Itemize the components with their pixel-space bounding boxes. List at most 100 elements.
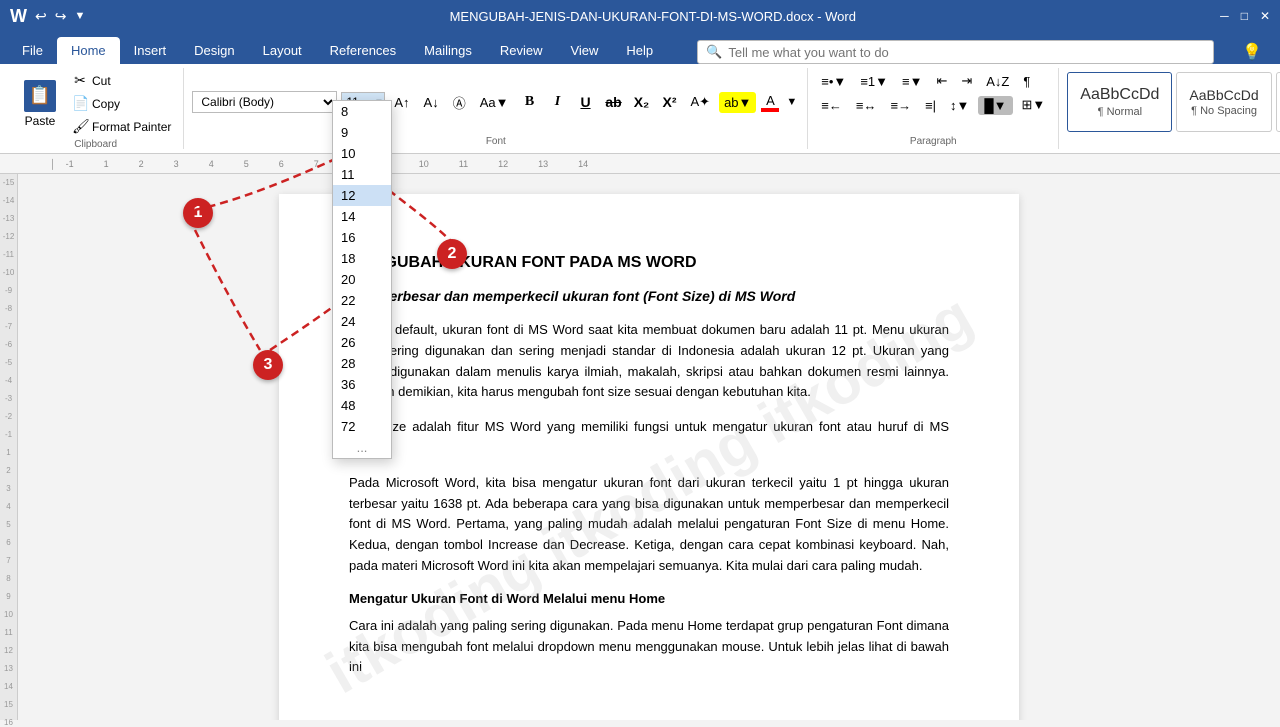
word-icon: W — [10, 6, 27, 27]
clear-format-btn[interactable]: Ⓐ — [448, 90, 471, 115]
font-size-option-28[interactable]: 28 — [333, 353, 391, 374]
font-size-option-72[interactable]: 72 — [333, 416, 391, 437]
document-paragraph1[interactable]: Secara default, ukuran font di MS Word s… — [349, 320, 949, 403]
help-icon[interactable]: 💡 — [1242, 42, 1262, 62]
font-size-option-10[interactable]: 10 — [333, 143, 391, 164]
font-size-option-24[interactable]: 24 — [333, 311, 391, 332]
style-normal-label: ¶ Normal — [1098, 106, 1142, 118]
paste-label: Paste — [25, 114, 56, 128]
increase-indent-btn[interactable]: ⇥ — [956, 70, 977, 92]
paste-button[interactable]: 📋 Paste — [16, 78, 64, 130]
ruler: │ -1 1 2 3 4 5 6 7 8 9 10 11 12 13 14 — [0, 154, 1280, 174]
tab-view[interactable]: View — [556, 37, 612, 64]
quick-access-more[interactable]: ▼ — [74, 10, 85, 22]
font-color-btn[interactable]: A — [760, 92, 780, 113]
format-painter-icon: 🖌 — [72, 118, 88, 135]
change-case-btn[interactable]: Aa▼ — [475, 92, 514, 113]
increase-font-btn[interactable]: A↑ — [389, 92, 414, 113]
font-name-select[interactable]: Calibri (Body) Arial Times New Roman — [192, 91, 337, 113]
font-size-dropdown[interactable]: 8 9 10 11 12 14 16 18 20 22 24 26 28 36 … — [332, 100, 392, 459]
font-size-option-26[interactable]: 26 — [333, 332, 391, 353]
font-size-option-9[interactable]: 9 — [333, 122, 391, 143]
close-btn[interactable]: ✕ — [1260, 9, 1270, 23]
tab-design[interactable]: Design — [180, 37, 248, 64]
font-size-option-8[interactable]: 8 — [333, 101, 391, 122]
font-size-option-22[interactable]: 22 — [333, 290, 391, 311]
numbering-btn[interactable]: ≡1▼ — [855, 71, 893, 92]
font-size-option-36[interactable]: 36 — [333, 374, 391, 395]
maximize-btn[interactable]: □ — [1241, 9, 1248, 23]
show-marks-btn[interactable]: ¶ — [1018, 71, 1035, 92]
font-size-option-more[interactable]: ... — [333, 437, 391, 458]
tab-file[interactable]: File — [8, 37, 57, 64]
clipboard-small-buttons: ✂ Cut 📄 Copy 🖌 Format Painter — [68, 70, 175, 137]
tell-me-bar[interactable]: 🔍 — [697, 40, 1214, 64]
font-size-option-16[interactable]: 16 — [333, 227, 391, 248]
align-right-btn[interactable]: ≡→ — [885, 95, 916, 116]
format-painter-button[interactable]: 🖌 Format Painter — [68, 116, 175, 137]
ribbon: 📋 Paste ✂ Cut 📄 Copy 🖌 Format Painter Cl… — [0, 64, 1280, 154]
font-group-label: Font — [486, 134, 506, 147]
align-center-btn[interactable]: ≡↔ — [851, 95, 882, 116]
tab-references[interactable]: References — [316, 37, 410, 64]
font-size-option-20[interactable]: 20 — [333, 269, 391, 290]
font-group: Calibri (Body) Arial Times New Roman ▼ A… — [184, 68, 808, 149]
text-highlight-btn[interactable]: ab▼ — [719, 92, 756, 113]
sort-btn[interactable]: A↓Z — [981, 71, 1014, 92]
search-icon: 🔍 — [706, 44, 722, 60]
font-color-dropdown[interactable]: ▼ — [784, 94, 799, 110]
subscript-button[interactable]: X₂ — [630, 90, 654, 114]
minimize-btn[interactable]: ─ — [1220, 9, 1229, 23]
tab-layout[interactable]: Layout — [249, 37, 316, 64]
font-size-option-11[interactable]: 11 — [333, 164, 391, 185]
font-size-option-48[interactable]: 48 — [333, 395, 391, 416]
copy-button[interactable]: 📄 Copy — [68, 93, 175, 114]
shading-btn[interactable]: █▼ — [978, 96, 1012, 115]
search-input[interactable] — [728, 45, 1205, 60]
style-nospace-preview: AaBbCcDd — [1189, 87, 1258, 103]
line-spacing-btn[interactable]: ↕▼ — [945, 95, 974, 116]
ruler-left-margin: │ — [50, 159, 56, 169]
title-bar-left: W ↩ ↪ ▼ — [10, 6, 85, 27]
document-paragraph2[interactable]: Font Size adalah fitur MS Word yang memi… — [349, 417, 949, 459]
document-title: MENGUBAH UKURAN FONT PADA MS WORD — [349, 254, 949, 272]
tab-mailings[interactable]: Mailings — [410, 37, 486, 64]
strikethrough-button[interactable]: ab — [602, 90, 626, 114]
styles-items: AaBbCcDd ¶ Normal AaBbCcDd ¶ No Spacing … — [1067, 70, 1280, 134]
borders-btn[interactable]: ⊞▼ — [1017, 94, 1051, 116]
style-heading1[interactable]: AaBbCc Heading 1 — [1276, 72, 1280, 132]
tab-review[interactable]: Review — [486, 37, 557, 64]
style-no-spacing[interactable]: AaBbCcDd ¶ No Spacing — [1176, 72, 1271, 132]
style-normal[interactable]: AaBbCcDd ¶ Normal — [1067, 72, 1172, 132]
text-effects-btn[interactable]: A✦ — [686, 91, 716, 113]
document-subheading1: Mengatur Ukuran Font di Word Melalui men… — [349, 591, 949, 606]
clipboard-group-content: 📋 Paste ✂ Cut 📄 Copy 🖌 Format Painter — [16, 70, 175, 137]
font-size-option-14[interactable]: 14 — [333, 206, 391, 227]
style-normal-preview: AaBbCcDd — [1080, 86, 1159, 104]
multilevel-btn[interactable]: ≡▼ — [897, 71, 927, 92]
tab-insert[interactable]: Insert — [120, 37, 181, 64]
font-size-option-12[interactable]: 12 — [333, 185, 391, 206]
document-container[interactable]: itkoding itkoding itkoding MENGUBAH UKUR… — [18, 174, 1280, 720]
decrease-indent-btn[interactable]: ⇤ — [931, 70, 952, 92]
decrease-font-btn[interactable]: A↓ — [419, 92, 444, 113]
font-size-option-18[interactable]: 18 — [333, 248, 391, 269]
superscript-button[interactable]: X² — [658, 90, 682, 114]
tab-help[interactable]: Help — [612, 37, 667, 64]
tab-home[interactable]: Home — [57, 37, 120, 64]
quick-access-undo[interactable]: ↩ — [35, 8, 47, 25]
paragraph-group: ≡•▼ ≡1▼ ≡▼ ⇤ ⇥ A↓Z ¶ ≡← ≡↔ ≡→ ≡| ↕▼ █▼ ⊞… — [808, 68, 1059, 149]
italic-button[interactable]: I — [546, 90, 570, 114]
cut-icon: ✂ — [72, 72, 88, 89]
document-paragraph3[interactable]: Pada Microsoft Word, kita bisa mengatur … — [349, 473, 949, 577]
underline-button[interactable]: U — [574, 90, 598, 114]
bold-button[interactable]: B — [518, 90, 542, 114]
cut-button[interactable]: ✂ Cut — [68, 70, 175, 91]
align-row: ≡← ≡↔ ≡→ ≡| ↕▼ █▼ ⊞▼ — [816, 94, 1050, 116]
main-area: -15-14-13-12-11 -10-9-8-7-6 -5-4-3-2-1 1… — [0, 174, 1280, 720]
document-paragraph4[interactable]: Cara ini adalah yang paling sering digun… — [349, 616, 949, 678]
quick-access-redo[interactable]: ↪ — [55, 8, 67, 25]
bullets-btn[interactable]: ≡•▼ — [816, 71, 851, 92]
justify-btn[interactable]: ≡| — [920, 95, 941, 116]
align-left-btn[interactable]: ≡← — [816, 95, 847, 116]
